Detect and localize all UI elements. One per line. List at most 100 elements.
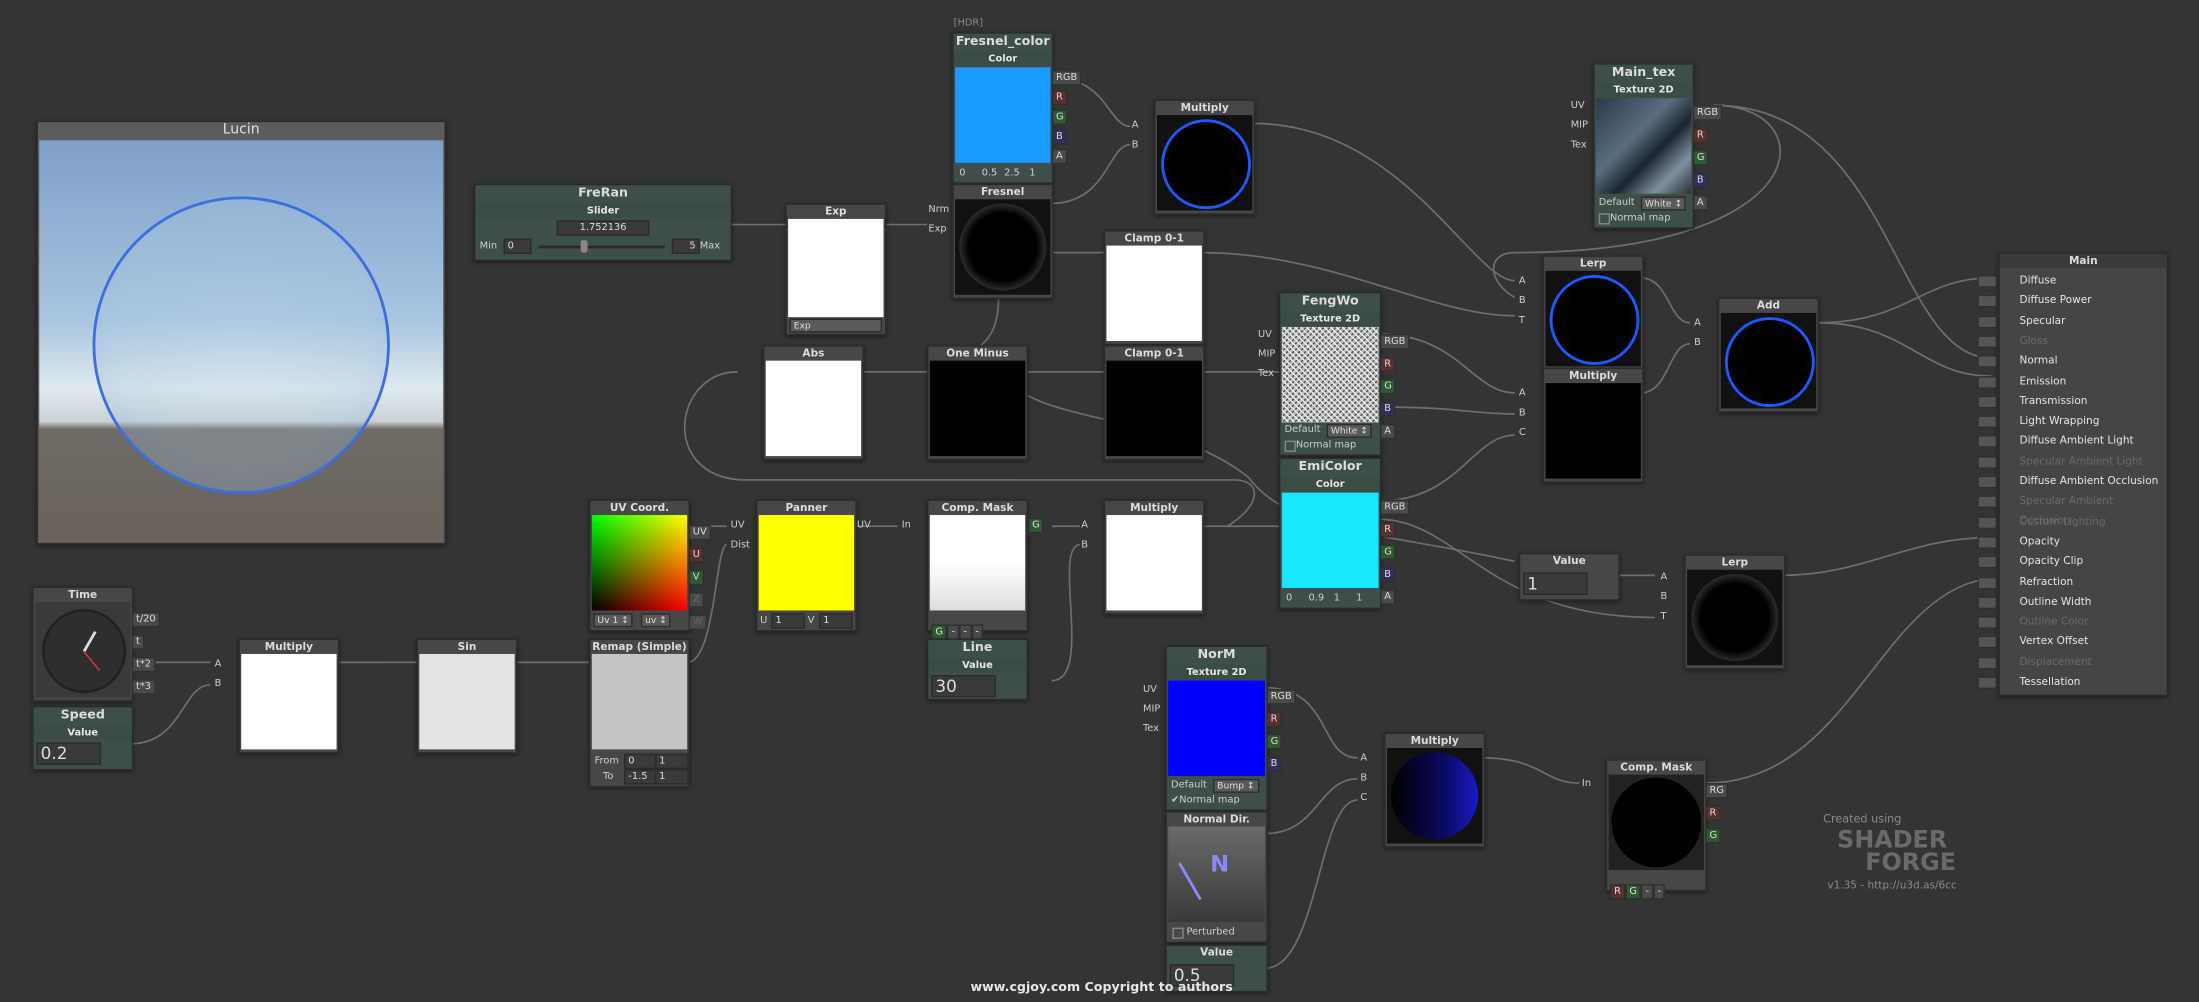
to-max-field[interactable]: 1 (654, 769, 689, 785)
port-t[interactable]: T (1660, 610, 1666, 623)
main-input-row[interactable]: Custom Lighting (1977, 512, 2106, 532)
fengwo-texture-node[interactable]: FengWo Texture 2D Default White ↕ Normal… (1279, 291, 1382, 457)
port-a[interactable]: A (1660, 571, 1667, 584)
fengwo-port-tex[interactable]: Tex (1258, 368, 1274, 381)
output-rgb[interactable]: RGB (1692, 105, 1723, 121)
fresnel-color-node[interactable]: Fresnel_color Color 0 0.5 2.5 1 (952, 32, 1054, 184)
main-input-row[interactable]: Light Wrapping (1977, 411, 2099, 431)
speed-value-node[interactable]: Speed Value 0.2 (32, 705, 134, 771)
emicolor-node[interactable]: EmiColor Color 0 0.9 1 1 (1279, 457, 1382, 610)
input-port[interactable] (1977, 395, 1998, 409)
comp-mask2-port-in[interactable]: In (1582, 777, 1591, 790)
input-port[interactable] (1977, 435, 1998, 449)
main-input-row[interactable]: Specular (1977, 311, 2065, 331)
lerp-node-low[interactable]: Lerp (1684, 554, 1786, 670)
output-g[interactable]: G (1705, 827, 1722, 844)
fresnel-port-nrm[interactable]: Nrm (928, 203, 949, 216)
output-t20[interactable]: t/20 (131, 611, 160, 628)
main-input-row[interactable]: Emission (1977, 371, 2066, 391)
exp-node[interactable]: Exp Exp (785, 203, 887, 336)
panner-port-dist[interactable]: Dist (731, 539, 750, 552)
input-port[interactable] (1977, 555, 1998, 569)
texture-preview[interactable] (1281, 326, 1379, 423)
color-value-r[interactable]: 0 (1286, 592, 1292, 605)
port-b[interactable]: B (1694, 337, 1701, 350)
color-value-r[interactable]: 0 (959, 167, 965, 180)
input-port[interactable] (1977, 616, 1998, 629)
input-port[interactable] (1977, 355, 1998, 368)
norm-port-tex[interactable]: Tex (1143, 723, 1159, 736)
uv-channel-dropdown[interactable]: Uv 1 ↕ (593, 613, 633, 628)
uv-coord-node[interactable]: UV Coord. Uv 1 ↕ uv ↕ (589, 499, 690, 632)
port-t[interactable]: T (1519, 314, 1525, 327)
main-input-row[interactable]: Outline Width (1977, 592, 2091, 612)
output-w[interactable]: W (688, 614, 707, 631)
input-port[interactable] (1977, 636, 1998, 649)
output-u[interactable]: U (688, 547, 705, 563)
normal-dir-node[interactable]: Normal Dir. N Perturbed (1165, 811, 1268, 944)
input-port[interactable] (1977, 335, 1998, 348)
port-a[interactable]: A (1519, 387, 1526, 400)
output-uv[interactable]: UV (688, 524, 711, 541)
multiply-node-mid2[interactable]: Multiply (1103, 499, 1205, 615)
main-input-row[interactable]: Diffuse (1977, 271, 2056, 291)
main-input-row[interactable]: Specular Ambient Light (1977, 451, 2143, 471)
output-r[interactable]: R (1379, 522, 1396, 538)
input-port[interactable] (1977, 656, 1998, 669)
output-r[interactable]: R (1266, 711, 1282, 727)
panner-output-uv[interactable]: UV (857, 519, 871, 532)
channel-g-button[interactable]: G (1625, 884, 1642, 900)
normal-map-checkbox[interactable]: Normal map (1296, 439, 1356, 452)
input-port[interactable] (1977, 475, 1998, 489)
value-node-mid[interactable]: Value 1 (1518, 552, 1620, 601)
input-port[interactable] (1977, 315, 1998, 328)
panner-port-uv[interactable]: UV (731, 519, 745, 532)
sin-node[interactable]: Sin (416, 638, 518, 754)
value-field[interactable]: 1 (1523, 572, 1588, 596)
fresnel-port-exp[interactable]: Exp (928, 223, 946, 236)
slider-track[interactable] (538, 245, 665, 249)
port-c[interactable]: C (1519, 427, 1526, 440)
comp-mask-node[interactable]: Comp. Mask G--- (926, 499, 1028, 640)
color-swatch[interactable] (1281, 492, 1379, 589)
white-dropdown[interactable]: White ↕ (1640, 196, 1687, 211)
freran-slider-node[interactable]: FreRan Slider 1.752136 Min 0 5 Max (474, 183, 733, 262)
to-min-field[interactable]: -1.5 (624, 769, 658, 785)
output-b[interactable]: B (1051, 129, 1067, 145)
port-a[interactable]: A (1360, 752, 1367, 765)
from-max-field[interactable]: 1 (654, 753, 689, 770)
channel-r-button[interactable]: R (1609, 884, 1626, 900)
checkbox-box[interactable] (1284, 440, 1296, 452)
one-minus-node[interactable]: One Minus (926, 345, 1028, 461)
output-b[interactable]: B (1379, 401, 1396, 417)
output-rgb[interactable]: RGB (1266, 689, 1296, 705)
main-tex-node[interactable]: Main_tex Texture 2D Default White ↕ Norm… (1593, 63, 1695, 229)
norm-port-mip[interactable]: MIP (1143, 703, 1160, 716)
fresnel-node[interactable]: Fresnel (952, 183, 1054, 299)
value-field[interactable]: 30 (931, 675, 996, 698)
output-b[interactable]: B (1379, 566, 1396, 583)
output-t3[interactable]: t*3 (131, 679, 156, 695)
output-b[interactable]: B (1692, 172, 1708, 189)
input-port[interactable] (1977, 455, 1998, 469)
input-port[interactable] (1977, 295, 1998, 308)
white-dropdown[interactable]: White ↕ (1326, 423, 1373, 438)
preview-viewport[interactable] (39, 140, 444, 542)
main-input-row[interactable]: Specular Ambient Occlusion (1977, 492, 2167, 527)
comp-mask-port-in[interactable]: In (902, 519, 911, 532)
bump-dropdown[interactable]: Bump ↕ (1213, 778, 1259, 793)
multiply-node-low2[interactable]: Multiply (1384, 732, 1486, 848)
port-b[interactable]: B (1519, 407, 1526, 420)
input-port[interactable] (1977, 676, 1998, 690)
output-a[interactable]: A (1051, 148, 1067, 165)
slider-value-field[interactable]: 1.752136 (556, 220, 650, 236)
min-field[interactable]: 0 (503, 238, 532, 255)
multiply-node-mid[interactable]: Multiply (1542, 367, 1644, 483)
abs-node[interactable]: Abs (762, 345, 864, 461)
main-input-row[interactable]: Opacity Clip (1977, 552, 2083, 572)
output-rgb[interactable]: RGB (1379, 333, 1410, 350)
output-r[interactable]: R (1051, 89, 1068, 106)
output-rgb[interactable]: RGB (1051, 70, 1082, 86)
color-value-a[interactable]: 1 (1356, 592, 1362, 605)
norm-texture-node[interactable]: NorM Texture 2D Default Bump ↕ ✔Normal m… (1165, 645, 1268, 812)
